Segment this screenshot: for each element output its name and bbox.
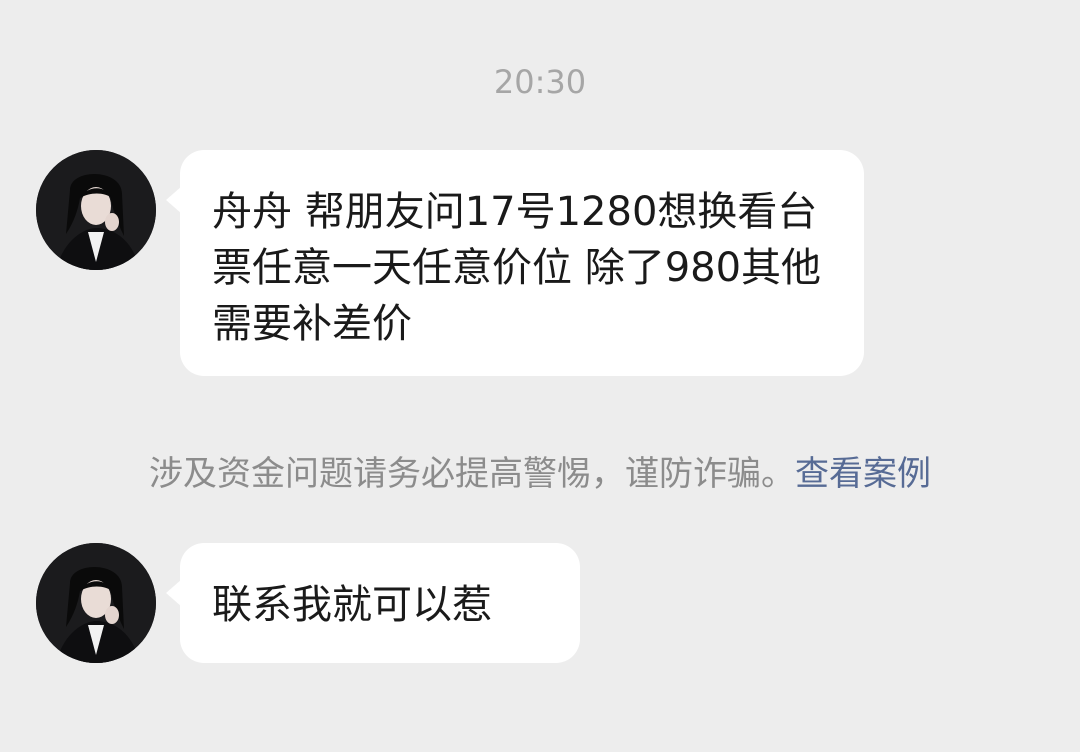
message-bubble[interactable]: 联系我就可以惹 <box>166 543 580 663</box>
fraud-warning-text: 涉及资金问题请务必提高警惕，谨防诈骗。 <box>149 454 795 494</box>
avatar-image <box>36 150 156 270</box>
chat-timestamp: 20:30 <box>493 63 587 101</box>
avatar-image <box>36 543 156 663</box>
message-text: 联系我就可以惹 <box>212 582 492 628</box>
contact-avatar[interactable] <box>36 543 156 663</box>
message-bubble[interactable]: 舟舟 帮朋友问17号1280想换看台票任意一天任意价位 除了980其他需要补差价 <box>166 150 864 376</box>
message-text: 舟舟 帮朋友问17号1280想换看台票任意一天任意价位 除了980其他需要补差价 <box>212 189 822 347</box>
system-notice: 涉及资金问题请务必提高警惕，谨防诈骗。查看案例 <box>0 452 1080 496</box>
view-cases-link[interactable]: 查看案例 <box>795 454 931 494</box>
contact-avatar[interactable] <box>36 150 156 270</box>
